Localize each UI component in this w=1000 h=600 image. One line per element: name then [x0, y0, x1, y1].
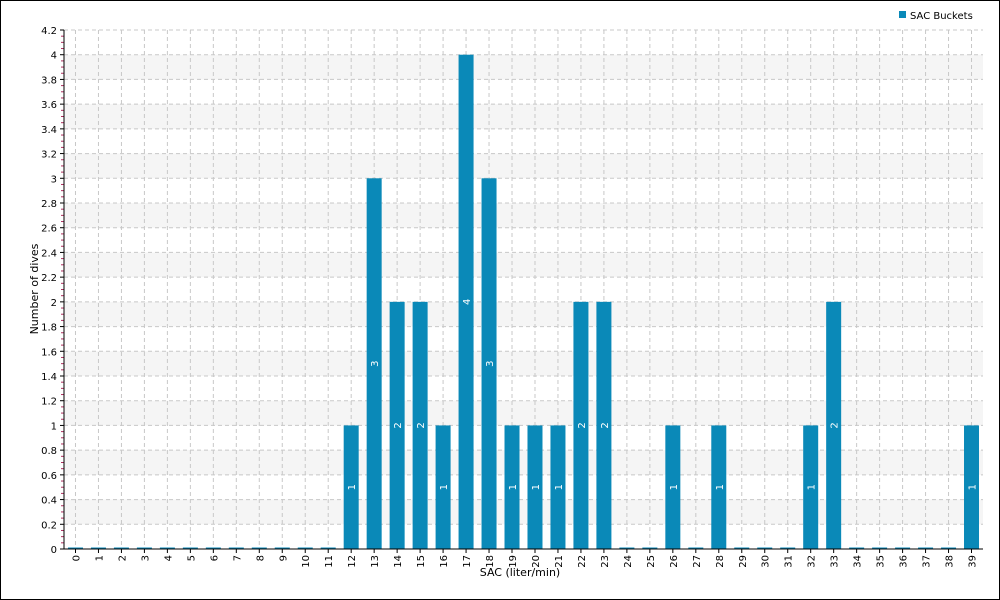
x-tick-label: 28 [715, 555, 726, 568]
x-tick-label: 24 [623, 555, 634, 568]
y-tick-label: 0.6 [41, 471, 57, 482]
x-tick-label: 35 [876, 555, 887, 568]
y-tick-label: 2.6 [41, 224, 57, 235]
bar-value-label: 1 [531, 484, 542, 490]
legend: SAC Buckets [899, 11, 973, 22]
bar-value-label: 1 [715, 484, 726, 490]
y-tick-label: 3.4 [41, 125, 57, 136]
x-tick-label: 29 [738, 555, 749, 568]
x-tick-label: 12 [347, 555, 358, 568]
x-tick-label: 6 [209, 555, 220, 561]
x-tick-label: 8 [255, 555, 266, 561]
x-tick-label: 38 [945, 555, 956, 568]
x-tick-label: 0 [71, 555, 82, 561]
x-tick-label: 25 [646, 555, 657, 568]
y-tick-label: 1.6 [41, 347, 57, 358]
legend-label: SAC Buckets [910, 11, 973, 22]
plot-band [64, 153, 983, 179]
bar-value-label: 3 [485, 360, 496, 366]
y-tick-label: 3.8 [41, 75, 57, 86]
x-tick-label: 15 [416, 555, 427, 568]
y-tick-label: 4 [51, 51, 57, 62]
bar-value-label: 1 [554, 484, 565, 490]
x-tick-label: 26 [669, 555, 680, 568]
x-tick-label: 23 [600, 555, 611, 568]
x-tick-label: 13 [370, 555, 381, 568]
plot-band [64, 252, 983, 278]
y-tick-label: 0.4 [41, 496, 57, 507]
plot-band [64, 400, 983, 426]
y-tick-label: 2.4 [41, 248, 57, 259]
x-tick-label: 11 [324, 555, 335, 568]
bar-value-label: 2 [393, 422, 404, 428]
plot-band [64, 450, 983, 475]
y-tick-label: 1 [51, 421, 57, 432]
x-tick-label: 22 [577, 555, 588, 568]
x-tick-label: 17 [462, 555, 473, 568]
bar-value-label: 1 [669, 484, 680, 490]
x-tick-label: 4 [163, 555, 174, 561]
sac-histogram-chart: 132 21431 1 12 21 1 121 00.20.40.60.811.21.41.… [28, 11, 983, 579]
y-axis-label: Number of dives [28, 243, 41, 334]
x-tick-label: 14 [393, 555, 404, 568]
y-tick-label: 3.6 [41, 100, 57, 111]
plot-band [64, 499, 983, 525]
plot-band [64, 301, 983, 327]
y-tick-label: 3.2 [41, 150, 57, 161]
y-tick-label: 1.4 [41, 372, 57, 383]
y-tick-label: 2.2 [41, 273, 57, 284]
plot-band [64, 54, 983, 80]
y-tick-label: 2.8 [41, 199, 57, 210]
y-tick-label: 4.2 [41, 26, 57, 37]
y-tick-label: 0.2 [41, 520, 57, 531]
x-tick-label: 33 [830, 555, 841, 568]
x-tick-label: 31 [784, 555, 795, 568]
bar-value-label: 2 [600, 422, 611, 428]
y-tick-label: 1.2 [41, 397, 57, 408]
y-tick-label: 0 [51, 545, 57, 556]
x-tick-label: 30 [761, 555, 772, 568]
x-tick-label: 36 [899, 555, 910, 568]
bar-value-label: 1 [439, 484, 450, 490]
bar-value-label: 1 [807, 484, 818, 490]
legend-swatch [899, 11, 906, 18]
plot-band [64, 203, 983, 228]
x-axis-label: SAC (liter/min) [480, 566, 560, 579]
plot-band [64, 351, 983, 376]
x-tick-label: 7 [232, 555, 243, 561]
x-tick-label: 39 [968, 555, 979, 568]
bar-value-label: 1 [968, 484, 979, 490]
bar-value-label: 2 [416, 422, 427, 428]
y-tick-label: 2 [51, 298, 57, 309]
bar-value-label: 3 [370, 360, 381, 366]
y-tick-label: 1.8 [41, 323, 57, 334]
x-tick-label: 1 [94, 555, 105, 561]
bar-value-label: 4 [462, 299, 473, 305]
plot-bands [64, 54, 983, 525]
bar-value-label: 1 [508, 484, 519, 490]
x-tick-label: 10 [301, 555, 312, 568]
x-tick-label: 2 [117, 555, 128, 561]
bar-value-label: 1 [347, 484, 358, 490]
plot-band [64, 104, 983, 129]
x-tick-label: 37 [922, 555, 933, 568]
bar-value-label: 2 [577, 422, 588, 428]
y-tick-label: 3 [51, 174, 57, 185]
x-tick-label: 34 [853, 555, 864, 568]
x-tick-label: 5 [186, 555, 197, 561]
y-tick-label: 0.8 [41, 446, 57, 457]
x-tick-label: 16 [439, 555, 450, 568]
x-tick-label: 3 [140, 555, 151, 561]
x-tick-label: 32 [807, 555, 818, 568]
bar-value-label: 2 [830, 422, 841, 428]
x-tick-label: 9 [278, 555, 289, 561]
x-tick-label: 27 [692, 555, 703, 568]
